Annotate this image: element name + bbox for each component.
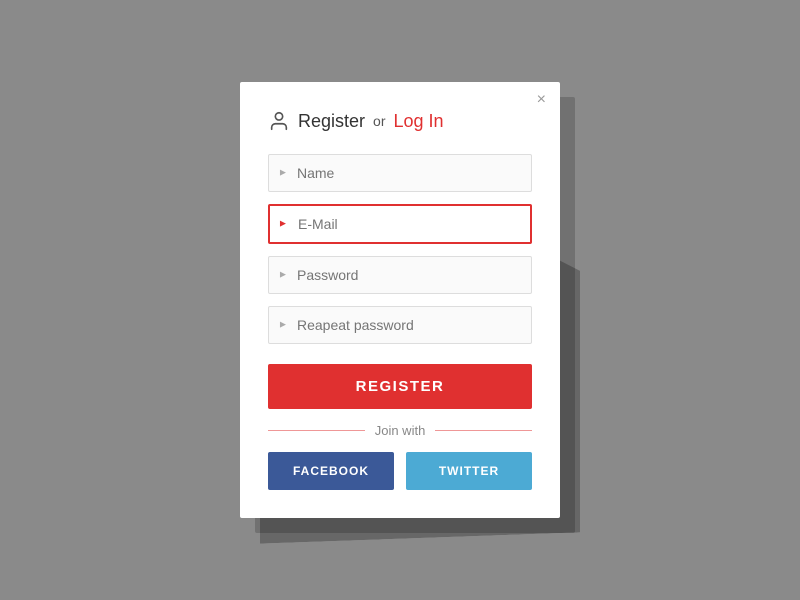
login-link[interactable]: Log In [393, 111, 443, 132]
user-icon [268, 110, 290, 132]
join-with-section: Join with [268, 423, 532, 438]
join-line-left [268, 430, 365, 431]
close-button[interactable]: × [537, 92, 546, 108]
modal-container: × Register or Log In ► ► ► ► RE [240, 82, 560, 518]
email-field-group: ► [268, 204, 532, 244]
email-input[interactable] [268, 204, 532, 244]
facebook-button[interactable]: FACEBOOK [268, 452, 394, 490]
or-label: or [373, 113, 385, 129]
modal-title: Register or Log In [268, 110, 532, 132]
join-line-right [435, 430, 532, 431]
join-with-label: Join with [375, 423, 426, 438]
password-field-group: ► [268, 256, 532, 294]
register-label: Register [298, 111, 365, 132]
name-input[interactable] [268, 154, 532, 192]
social-buttons-container: FACEBOOK TWITTER [268, 452, 532, 490]
modal-wrapper: × Register or Log In ► ► ► ► RE [240, 82, 560, 518]
name-field-group: ► [268, 154, 532, 192]
repeat-password-field-group: ► [268, 306, 532, 344]
password-input[interactable] [268, 256, 532, 294]
register-button[interactable]: REGISTER [268, 364, 532, 409]
repeat-password-input[interactable] [268, 306, 532, 344]
twitter-button[interactable]: TWITTER [406, 452, 532, 490]
